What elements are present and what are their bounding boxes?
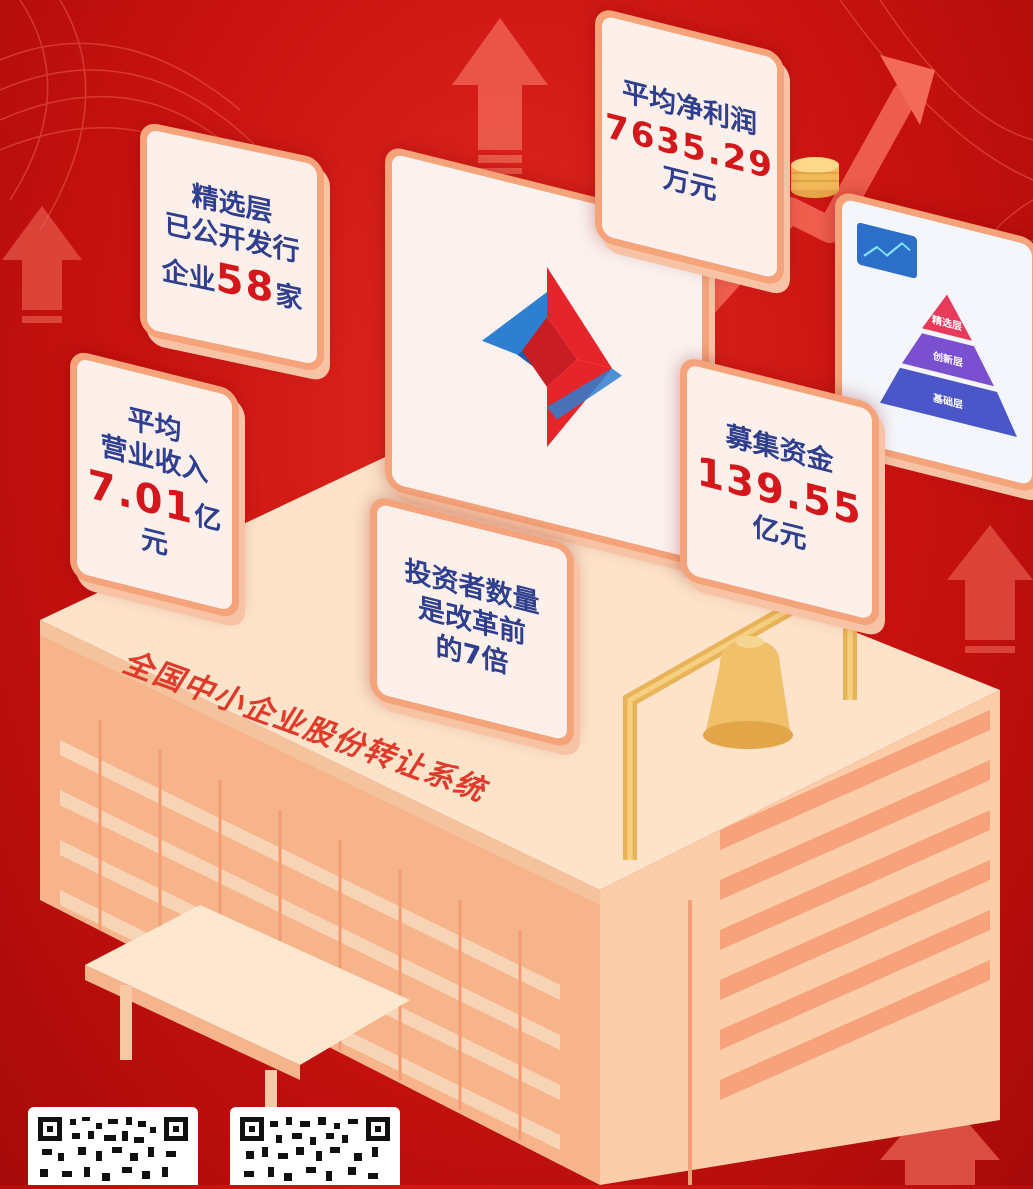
coin-stack-icon bbox=[791, 157, 839, 198]
card-avg-profit: 平均净利润 7635.29 万元 bbox=[595, 6, 784, 288]
card-label: 家 bbox=[275, 278, 303, 316]
chart-screen-icon bbox=[857, 222, 917, 279]
card-label: 企业 bbox=[161, 254, 216, 298]
neeq-logo-icon bbox=[482, 267, 622, 447]
up-arrow-icon bbox=[2, 206, 82, 323]
qr-code-icon bbox=[38, 1117, 188, 1181]
up-arrow-icon bbox=[947, 525, 1033, 653]
qr-code[interactable] bbox=[230, 1107, 400, 1185]
card-avg-revenue: 平均 营业收入 7.01亿元 bbox=[70, 348, 239, 621]
stat-value: 58 bbox=[215, 254, 276, 313]
card-selected-tier: 精选层 已公开发行 企业58家 bbox=[140, 120, 324, 374]
poster-scene: 精选层 已公开发行 企业58家 平均 营业收入 7.01亿元 平均净利润 763… bbox=[0, 0, 1033, 1185]
qr-code-icon bbox=[240, 1117, 390, 1181]
up-arrow-icon bbox=[452, 18, 548, 174]
qr-code[interactable] bbox=[28, 1107, 198, 1185]
